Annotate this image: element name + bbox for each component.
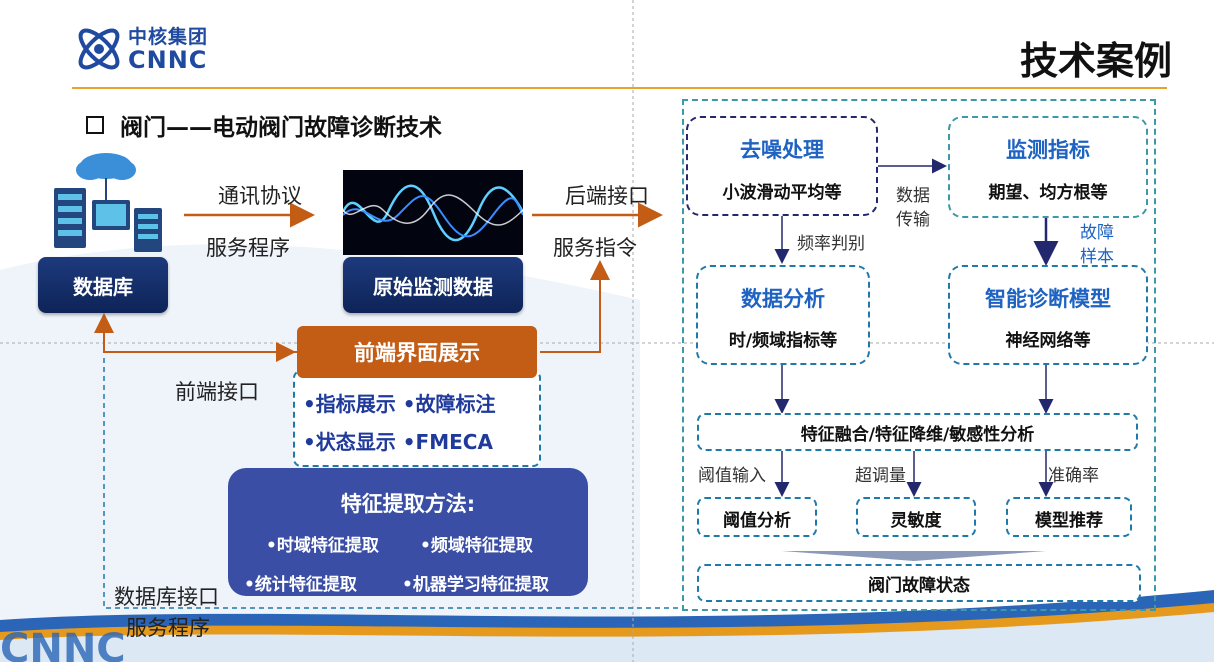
- fault-sample-label-2: 样本: [1080, 247, 1114, 267]
- comm-protocol-label: 通讯协议: [218, 184, 302, 208]
- feature-item-freq: •频域特征提取: [420, 536, 533, 556]
- raw-data-box: 原始监测数据: [343, 257, 523, 313]
- server-database-icon: [54, 153, 162, 252]
- denoise-subtitle: 小波滑动平均等: [722, 183, 842, 203]
- backend-interface-label: 后端接口: [565, 184, 649, 208]
- feature-item-stat: •统计特征提取: [244, 575, 357, 595]
- sensitivity-label: 灵敏度: [890, 511, 942, 531]
- denoise-title: 去噪处理: [740, 138, 824, 162]
- display-item-fault: •故障标注: [402, 392, 496, 416]
- database-box: 数据库: [38, 257, 168, 313]
- feature-item-time: •时域特征提取: [266, 536, 379, 556]
- model-reasoning-label: 模型推荐: [1035, 511, 1103, 531]
- monitor-title: 监测指标: [1006, 138, 1090, 162]
- page-title: 技术案例: [1019, 39, 1172, 83]
- frontend-interface-label: 前端接口: [175, 380, 259, 404]
- data-transfer-label-2: 传输: [896, 210, 930, 230]
- service-command-label: 服务指令: [553, 236, 637, 260]
- display-item-fmeca: •FMECA: [402, 430, 493, 454]
- fusion-label: 特征融合/特征降维/敏感性分析: [800, 425, 1035, 445]
- overshoot-label: 超调量: [855, 466, 906, 486]
- waveform-image: [343, 170, 523, 255]
- feature-extraction-title: 特征提取方法:: [340, 492, 476, 516]
- fault-sample-label-1: 故障: [1080, 223, 1114, 243]
- display-item-status: •状态显示: [303, 430, 396, 454]
- accuracy-label: 准确率: [1048, 466, 1099, 486]
- model-subtitle: 神经网络等: [1005, 331, 1091, 351]
- threshold-input-label: 阈值输入: [698, 466, 766, 486]
- data-transfer-label-1: 数据: [896, 186, 930, 206]
- threshold-analysis-label: 阈值分析: [723, 511, 791, 531]
- svg-text:CNNC: CNNC: [0, 626, 126, 662]
- freq-judge-label: 频率判别: [797, 234, 865, 254]
- model-title: 智能诊断模型: [985, 287, 1111, 311]
- analysis-title: 数据分析: [741, 287, 825, 311]
- db-service-label: 服务程序: [126, 616, 210, 640]
- db-interface-label: 数据库接口: [114, 585, 219, 609]
- frontend-display-items: •指标展示 •故障标注 •状态显示 •FMECA: [303, 385, 533, 461]
- valve-state-label: 阀门故障状态: [868, 576, 970, 596]
- feature-item-ml: •机器学习特征提取: [402, 575, 549, 595]
- analysis-subtitle: 时/频域指标等: [728, 331, 838, 351]
- service-program-label: 服务程序: [206, 236, 290, 260]
- monitor-subtitle: 期望、均方根等: [988, 183, 1108, 203]
- display-item-indicator: •指标展示: [303, 392, 396, 416]
- frontend-display-header: 前端界面展示: [297, 326, 537, 378]
